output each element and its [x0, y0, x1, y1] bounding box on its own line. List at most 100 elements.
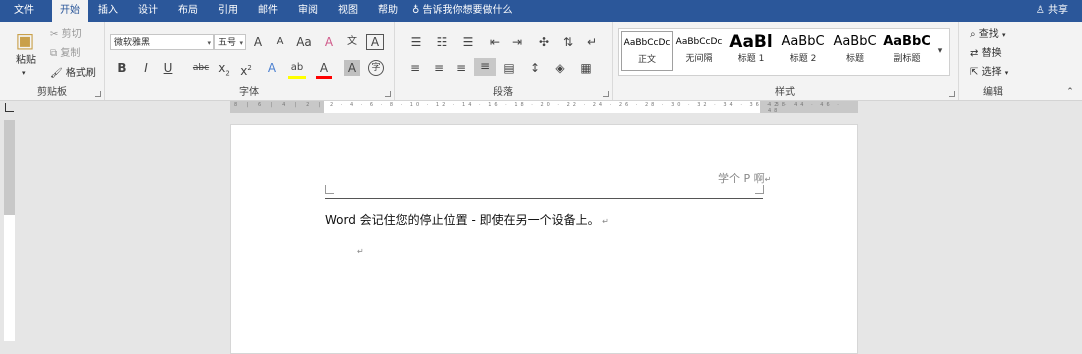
search-icon: ⌕: [970, 29, 976, 40]
tell-me-label: 告诉我你想要做什么: [422, 5, 513, 16]
header-text-value: 学个 P 啊: [718, 172, 765, 185]
tab-review[interactable]: 审阅: [290, 0, 326, 22]
editing-group-label: 编辑: [983, 87, 1003, 98]
style-heading-2[interactable]: AaBbC 标题 2: [777, 31, 829, 71]
tab-references[interactable]: 引用: [210, 0, 246, 22]
paragraph-launcher-icon[interactable]: [603, 91, 609, 97]
style-sample: AaBbCcDc: [675, 37, 723, 47]
select-button[interactable]: ⇱ 选择 ▾: [970, 66, 1008, 80]
shrink-font-icon[interactable]: A: [272, 34, 288, 50]
tell-me-box[interactable]: ♁ 告诉我你想要做什么: [412, 0, 513, 22]
style-heading-1[interactable]: AaBl 标题 1: [725, 31, 777, 71]
copy-button[interactable]: ⧉ 复制: [50, 47, 80, 61]
style-normal[interactable]: AaBbCcDc 正文: [621, 31, 673, 71]
collapse-ribbon-icon[interactable]: ⌃: [1064, 84, 1076, 100]
align-left-icon[interactable]: ≡: [406, 60, 424, 76]
tab-mailings[interactable]: 邮件: [250, 0, 286, 22]
font-name-value: 微软雅黑: [114, 38, 151, 48]
bold-icon[interactable]: B: [114, 60, 130, 76]
style-name: 标题 2: [789, 54, 817, 64]
vertical-scrollbar[interactable]: [1068, 101, 1082, 341]
bullets-icon[interactable]: ☰: [406, 34, 426, 50]
cut-label: 剪切: [61, 29, 82, 40]
tab-design[interactable]: 设计: [130, 0, 166, 22]
tab-insert[interactable]: 插入: [90, 0, 126, 22]
paragraph-group-label: 段落: [493, 87, 513, 98]
font-size-box[interactable]: 五号 ▾: [214, 34, 246, 50]
chevron-down-icon: ▾: [207, 39, 211, 47]
style-sample: AaBbC: [883, 34, 931, 49]
sort-icon[interactable]: ⇅: [560, 34, 576, 50]
paragraph-mark-icon: ↵: [357, 247, 364, 256]
find-button[interactable]: ⌕ 查找 ▾: [970, 28, 1006, 42]
style-title[interactable]: AaBbC 标题: [829, 31, 881, 71]
font-launcher-icon[interactable]: [385, 91, 391, 97]
subscript-icon[interactable]: x2: [216, 60, 232, 81]
phonetic-guide-icon[interactable]: 文: [344, 34, 360, 50]
replace-button[interactable]: ⇄ 替换: [970, 47, 1002, 61]
clipboard-launcher-icon[interactable]: [95, 91, 101, 97]
share-button[interactable]: ♙ 共享: [1036, 0, 1068, 22]
italic-icon[interactable]: I: [138, 60, 154, 76]
enclose-characters-icon[interactable]: 字: [368, 60, 384, 76]
chinese-layout-icon[interactable]: ✣: [534, 34, 554, 50]
styles-group-label: 样式: [775, 87, 795, 98]
header-divider: [325, 198, 763, 199]
tab-file[interactable]: 文件: [6, 0, 42, 22]
header-text[interactable]: 学个 P 啊↵: [718, 170, 771, 186]
ruler-ticks-left: 8 | 6 | 4 | 2 |: [234, 102, 325, 108]
tab-layout[interactable]: 布局: [170, 0, 206, 22]
tab-home[interactable]: 开始: [52, 0, 88, 22]
clear-formatting-icon[interactable]: A: [320, 34, 338, 50]
align-right-icon[interactable]: ≡: [452, 60, 470, 76]
styles-launcher-icon[interactable]: [949, 91, 955, 97]
font-name-box[interactable]: 微软雅黑 ▾: [110, 34, 214, 50]
horizontal-ruler[interactable]: 8 | 6 | 4 | 2 | 2 · 4 · 6 · 8 · 10 · 12 …: [230, 101, 858, 114]
document-body-text[interactable]: Word 会记住您的停止位置 - 即使在另一个设备上。 ↵: [325, 211, 609, 228]
show-marks-icon[interactable]: ↵: [584, 34, 600, 50]
multilevel-list-icon[interactable]: ☰: [458, 34, 478, 50]
numbering-icon[interactable]: ☷: [432, 34, 452, 50]
superscript-icon[interactable]: x2: [238, 60, 254, 79]
underline-icon[interactable]: U: [160, 60, 176, 76]
styles-gallery: AaBbCcDc 正文 AaBbCcDc 无间隔 AaBl 标题 1 AaBbC…: [618, 28, 950, 76]
change-case-icon[interactable]: Aa: [294, 34, 314, 50]
tab-view[interactable]: 视图: [330, 0, 366, 22]
increase-indent-icon[interactable]: ⇥: [508, 34, 526, 50]
tab-stop-selector[interactable]: [5, 103, 14, 112]
style-sample: AaBbC: [781, 34, 825, 49]
justify-icon[interactable]: ≡: [474, 58, 496, 76]
cut-button[interactable]: ✂ 剪切: [50, 28, 82, 42]
borders-icon[interactable]: ▦: [576, 60, 596, 76]
share-label: 共享: [1048, 5, 1068, 16]
header-corner-right: [755, 185, 764, 194]
find-label: 查找: [978, 29, 999, 40]
grow-font-icon[interactable]: A: [250, 34, 266, 50]
font-color-icon[interactable]: A: [316, 60, 332, 79]
character-shading-icon[interactable]: A: [344, 60, 360, 76]
distributed-icon[interactable]: ▤: [500, 60, 518, 76]
tab-help[interactable]: 帮助: [370, 0, 406, 22]
paste-button[interactable]: 粘贴: [16, 54, 36, 68]
decrease-indent-icon[interactable]: ⇤: [486, 34, 504, 50]
format-painter-label: 格式刷: [65, 68, 96, 79]
format-painter-button[interactable]: 🖌 格式刷: [50, 67, 96, 81]
style-subtitle[interactable]: AaBbC 副标题: [881, 31, 933, 71]
vertical-ruler[interactable]: [4, 120, 15, 341]
line-spacing-icon[interactable]: ↕: [524, 60, 546, 76]
align-center-icon[interactable]: ≡: [430, 60, 448, 76]
style-name: 标题 1: [737, 54, 765, 64]
paragraph-mark-icon: ↵: [599, 217, 609, 226]
highlight-icon[interactable]: ab: [288, 60, 306, 79]
document-page[interactable]: 学个 P 啊↵ Word 会记住您的停止位置 - 即使在另一个设备上。 ↵ ↵: [230, 124, 858, 354]
shading-icon[interactable]: ◈: [550, 60, 570, 76]
editing-group: ⌕ 查找 ▾ ⇄ 替换 ⇱ 选择 ▾ 编辑: [958, 22, 1028, 100]
strikethrough-icon[interactable]: abc: [190, 60, 212, 76]
styles-more-icon[interactable]: ▾: [933, 43, 947, 59]
select-label: 选择: [981, 67, 1002, 78]
text-effects-icon[interactable]: A: [264, 60, 280, 76]
font-size-value: 五号: [218, 38, 237, 48]
style-no-spacing[interactable]: AaBbCcDc 无间隔: [673, 31, 725, 71]
character-border-icon[interactable]: A: [366, 34, 384, 50]
paste-dropdown-icon[interactable]: ▾: [22, 66, 26, 80]
